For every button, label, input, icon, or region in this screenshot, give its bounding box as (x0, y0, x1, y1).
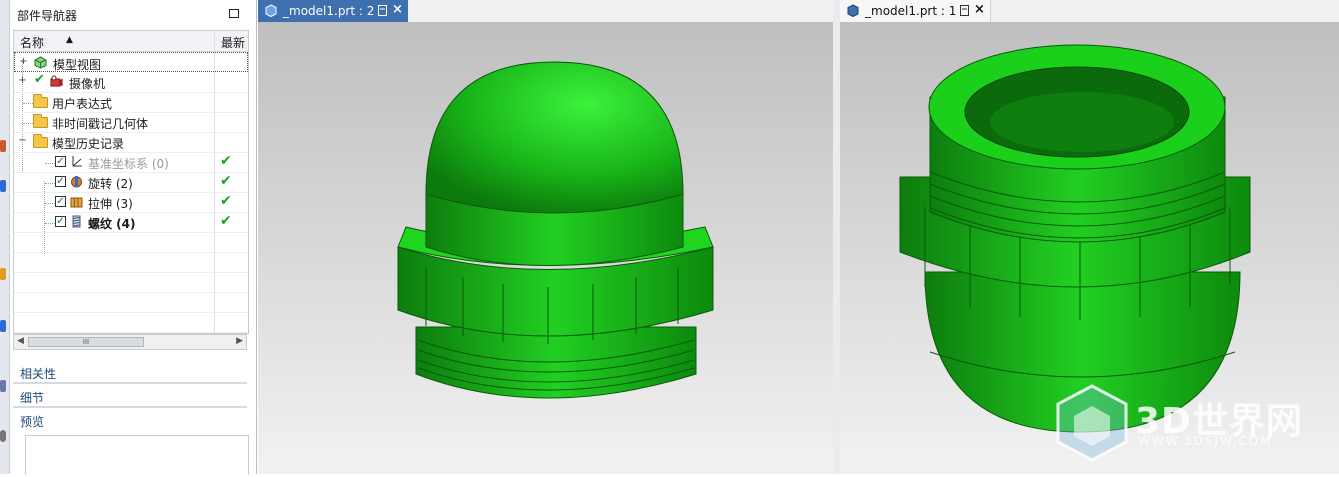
tab-label: _model1.prt : 1 (865, 4, 957, 18)
camera-icon (50, 75, 63, 87)
graphics-viewport-1[interactable] (258, 22, 833, 474)
folder-icon (33, 94, 48, 108)
tree-label: 基准坐标系 (0) (88, 157, 169, 171)
scroll-left-icon[interactable]: ◀ (17, 336, 24, 346)
tree-empty-row (14, 232, 248, 253)
tab-bar-1: _model1.prt : 2 × (258, 0, 833, 22)
part-navigator-panel: 部件导航器 名称 ▲ 最新 + 模型视图 + ✔ 摄像机 用户表达式 非时间戳记… (10, 0, 257, 475)
section-label: 相关性 (20, 367, 57, 381)
section-details[interactable]: 细节 (13, 384, 247, 408)
tree-empty-row (14, 292, 248, 313)
part-navigator-title: 部件导航器 (17, 9, 78, 23)
tree-label: 用户表达式 (52, 97, 113, 111)
tree-label: 模型历史记录 (52, 137, 125, 151)
close-icon[interactable]: × (392, 2, 403, 17)
tree-row-extrude[interactable]: ✓ 拉伸 (3) ✔ (14, 192, 248, 213)
expand-icon[interactable]: + (18, 76, 27, 86)
collapse-icon[interactable]: − (18, 136, 27, 146)
model-views-icon (34, 56, 47, 69)
part-file-icon (847, 4, 859, 17)
latest-check-icon: ✔ (220, 173, 232, 189)
revolve-icon (71, 176, 82, 188)
tree-row-datum-csys[interactable]: ✓ 基准坐标系 (0) ✔ (14, 152, 248, 173)
visibility-checkbox[interactable]: ✓ (55, 216, 66, 227)
thread-icon (72, 215, 81, 228)
folder-icon (33, 114, 48, 128)
tree-row-model-history[interactable]: − 模型历史记录 (14, 132, 248, 153)
tab-bar-2: _model1.prt : 1 × (840, 0, 1339, 22)
tree-label: 拉伸 (3) (88, 197, 133, 211)
tree-label: 旋转 (2) (88, 177, 133, 191)
document-icon[interactable] (378, 5, 387, 16)
tree-row-user-expressions[interactable]: 用户表达式 (14, 92, 248, 113)
tree-empty-row (14, 252, 248, 273)
tree-label: 摄像机 (69, 77, 106, 91)
tree-empty-row (14, 272, 248, 293)
edge-tool-icon[interactable] (0, 430, 6, 442)
tree-row-thread[interactable]: ✓ 螺纹 (4) ✔ (14, 212, 248, 233)
section-label: 预览 (20, 415, 45, 429)
sort-ascending-icon: ▲ (66, 35, 73, 45)
visibility-checkbox[interactable]: ✓ (55, 176, 66, 187)
watermark-url: WWW.3DSJW.COM (1138, 434, 1273, 448)
edge-tool-icon[interactable] (0, 320, 6, 332)
tree-row-camera[interactable]: + ✔ 摄像机 (14, 72, 248, 93)
tree-row-unused-geometry[interactable]: 非时间戳记几何体 (14, 112, 248, 133)
viewport-divider[interactable] (833, 0, 840, 474)
tree-row-model-views[interactable]: + 模型视图 (14, 52, 248, 72)
section-dependencies[interactable]: 相关性 (13, 360, 247, 384)
section-preview[interactable]: 预览 (13, 408, 247, 430)
edge-tool-icon[interactable] (0, 380, 6, 392)
tree-label: 螺纹 (4) (88, 217, 136, 231)
edge-tool-icon[interactable] (0, 180, 6, 192)
part-file-icon (265, 4, 277, 17)
scroll-right-icon[interactable]: ▶ (236, 336, 243, 346)
document-icon[interactable] (960, 5, 969, 16)
check-icon: ✔ (34, 72, 45, 87)
section-label: 细节 (20, 391, 45, 405)
tree-empty-row (14, 312, 248, 333)
column-header-name[interactable]: 名称 (20, 34, 44, 51)
visibility-checkbox[interactable]: ✓ (55, 156, 66, 167)
expand-icon[interactable]: + (19, 57, 28, 67)
preview-area (25, 435, 249, 475)
maximize-icon[interactable] (229, 9, 239, 18)
tree-header: 名称 ▲ 最新 (14, 31, 248, 52)
latest-check-icon: ✔ (220, 213, 232, 229)
latest-check-icon: ✔ (220, 153, 232, 169)
left-edge-toolbar (0, 0, 10, 474)
tree-row-revolve[interactable]: ✓ 旋转 (2) ✔ (14, 172, 248, 193)
tree-label: 模型视图 (53, 58, 102, 72)
column-header-latest[interactable]: 最新 (221, 34, 245, 51)
datum-csys-icon (72, 156, 82, 167)
dome-cap-model (397, 61, 714, 399)
close-icon[interactable]: × (974, 2, 985, 17)
latest-check-icon: ✔ (220, 193, 232, 209)
3dsjw-logo-icon (1056, 384, 1128, 462)
edge-tool-icon[interactable] (0, 140, 6, 152)
horizontal-scrollbar[interactable]: ◀ III ▶ (13, 334, 247, 350)
edge-tool-icon[interactable] (0, 268, 6, 280)
scroll-thumb[interactable]: III (28, 337, 144, 347)
tab-model1-view2[interactable]: _model1.prt : 2 × (258, 0, 408, 22)
extrude-icon (70, 197, 83, 208)
navigator-tree[interactable]: 名称 ▲ 最新 + 模型视图 + ✔ 摄像机 用户表达式 非时间戳记几何体 − … (13, 30, 249, 334)
tab-model1-view1[interactable]: _model1.prt : 1 × (840, 0, 991, 22)
visibility-checkbox[interactable]: ✓ (55, 196, 66, 207)
tree-label: 非时间戳记几何体 (52, 117, 149, 131)
folder-icon (33, 134, 48, 148)
tab-label: _model1.prt : 2 (283, 4, 375, 18)
